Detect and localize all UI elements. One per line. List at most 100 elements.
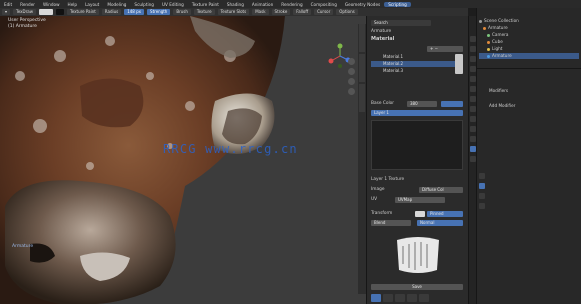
viewport-corner-label: Armature [12,244,34,249]
zoom-icon[interactable] [348,58,355,65]
fill-icon[interactable] [407,294,417,302]
breadcrumb: Armature [371,29,392,34]
workspace-tab[interactable]: Geometry Nodes [341,2,384,7]
workspace-tab[interactable]: Rendering [277,2,306,7]
workspace-tab-active[interactable]: Scripting [384,1,411,7]
material-slot-controls[interactable]: + − [427,46,463,52]
stroke-menu[interactable]: Stroke [271,9,291,15]
texture-slots-menu[interactable]: Texture Slots [217,9,250,15]
radius-field[interactable]: 148 px [124,9,145,15]
falloff-menu[interactable]: Falloff [293,9,312,15]
blend-field[interactable]: Normal [417,220,463,226]
layer-selector[interactable]: Layer 1 [371,110,463,116]
outliner-item[interactable]: Cube [479,39,579,45]
clone-icon[interactable] [395,294,405,302]
viewport-perspective-label: User Perspective [8,18,46,23]
material-preview-swatch [455,54,463,74]
grid-icon[interactable] [348,88,355,95]
brush-name-field[interactable]: TexDraw [13,9,36,15]
texture-preview-image [391,230,445,278]
outliner-item[interactable]: Light [479,46,579,52]
menu-item[interactable]: Render [16,2,39,7]
options-menu[interactable]: Options [336,9,358,15]
workspace-tab[interactable]: UV Editing [158,2,188,7]
material-section-header[interactable]: Material [371,36,464,43]
outliner-item[interactable]: Camera [479,32,579,38]
camera-icon [487,33,490,37]
3d-viewport[interactable]: User Perspective (1) Armature Armature [0,16,366,304]
modifiers-header[interactable]: Modifiers [479,88,579,94]
uv-map-field[interactable]: UVMap [395,197,445,203]
image-field[interactable]: Diffuse Col [419,187,463,193]
tool-settings-header: ▾ TexDraw Texture Paint Radius 148 px St… [0,8,468,16]
workspace-tab[interactable]: Modeling [103,2,130,7]
workspace-tab[interactable]: Shading [223,2,248,7]
sculpt-model-render [0,16,366,304]
material-slot-selected[interactable]: Material.2 [371,61,455,67]
workspace-tab[interactable]: Animation [248,2,277,7]
workspace-tab[interactable]: Layout [81,2,103,7]
strength-field[interactable]: Strength [147,9,171,15]
mesh-icon [487,40,490,44]
material-slot[interactable]: Material.1 [371,54,455,60]
outliner-panel: Scene Collection Armature Camera Cube Li… [476,8,581,304]
material-slot[interactable]: Material.3 [371,68,455,74]
base-color-toggle[interactable] [441,101,463,107]
viewport-object-label: (1) Armature [8,24,37,29]
armature-icon [483,26,486,30]
outliner-item[interactable]: Armature [479,25,579,31]
mask-menu[interactable]: Mask [252,9,269,15]
collection-icon [479,19,482,23]
uv-label: UV [371,197,378,202]
layer-list-box[interactable] [371,120,463,170]
workspace-tab[interactable]: Texture Paint [188,2,223,7]
smear-icon[interactable] [383,294,393,302]
save-button[interactable]: Save [371,284,463,290]
armature-icon [487,54,490,58]
radius-label: Radius [101,9,122,15]
color-swatch-primary[interactable] [38,9,53,15]
image-label: Image [371,187,385,192]
properties-panel: Search Armature Material + − Material.1 … [366,16,468,304]
properties-tab-strip [468,16,476,304]
hand-pan-icon[interactable] [348,68,355,75]
outliner-divider [477,68,581,69]
light-icon [487,47,490,51]
blend-label[interactable]: Blend [371,220,411,226]
layer-texture-section[interactable]: Layer 1 Texture [371,176,464,183]
viewport-nav-buttons [348,58,356,108]
menu-item[interactable]: Window [39,2,64,7]
pin-icon[interactable] [479,173,485,179]
sidebar-tabs [358,24,366,294]
mapping-field[interactable]: Pinned [427,211,463,217]
sidebar-tab-tool[interactable] [359,54,365,82]
cursor-menu[interactable]: Cursor [314,9,334,15]
texture-menu[interactable]: Texture [193,9,215,15]
mapping-checkbox[interactable] [415,211,425,217]
sidebar-tab-item[interactable] [359,24,365,52]
particle-icon[interactable] [479,193,485,199]
workspace-tab[interactable]: Compositing [307,2,341,7]
mode-dropdown[interactable]: Texture Paint [66,9,99,15]
camera-icon[interactable] [348,78,355,85]
outliner-side-icons [478,173,485,253]
search-input[interactable]: Search [371,20,431,26]
editor-type-button[interactable]: ▾ [2,9,11,15]
color-swatch-secondary[interactable] [55,9,64,15]
outliner-item-scene-collection[interactable]: Scene Collection [479,18,579,24]
workspace-tab[interactable]: Sculpting [130,2,158,7]
bottom-toolbar [371,294,463,302]
mask-icon[interactable] [419,294,429,302]
watermark-text: RRCG www.rrcg.cn [163,142,298,156]
menu-item[interactable]: Help [64,2,82,7]
brush-icon[interactable] [371,294,381,302]
brush-menu[interactable]: Brush [173,9,191,15]
top-menu-bar: Edit Render Window Help Layout Modeling … [0,0,581,8]
menu-item[interactable]: Edit [0,2,16,7]
add-modifier-button[interactable]: Add Modifier [479,103,579,109]
base-color-field[interactable]: 380 [407,101,437,107]
outliner-item-selected[interactable]: Armature [479,53,579,59]
physics-icon[interactable] [479,203,485,209]
wrench-icon[interactable] [479,183,485,189]
sidebar-tab-view[interactable] [359,84,365,112]
